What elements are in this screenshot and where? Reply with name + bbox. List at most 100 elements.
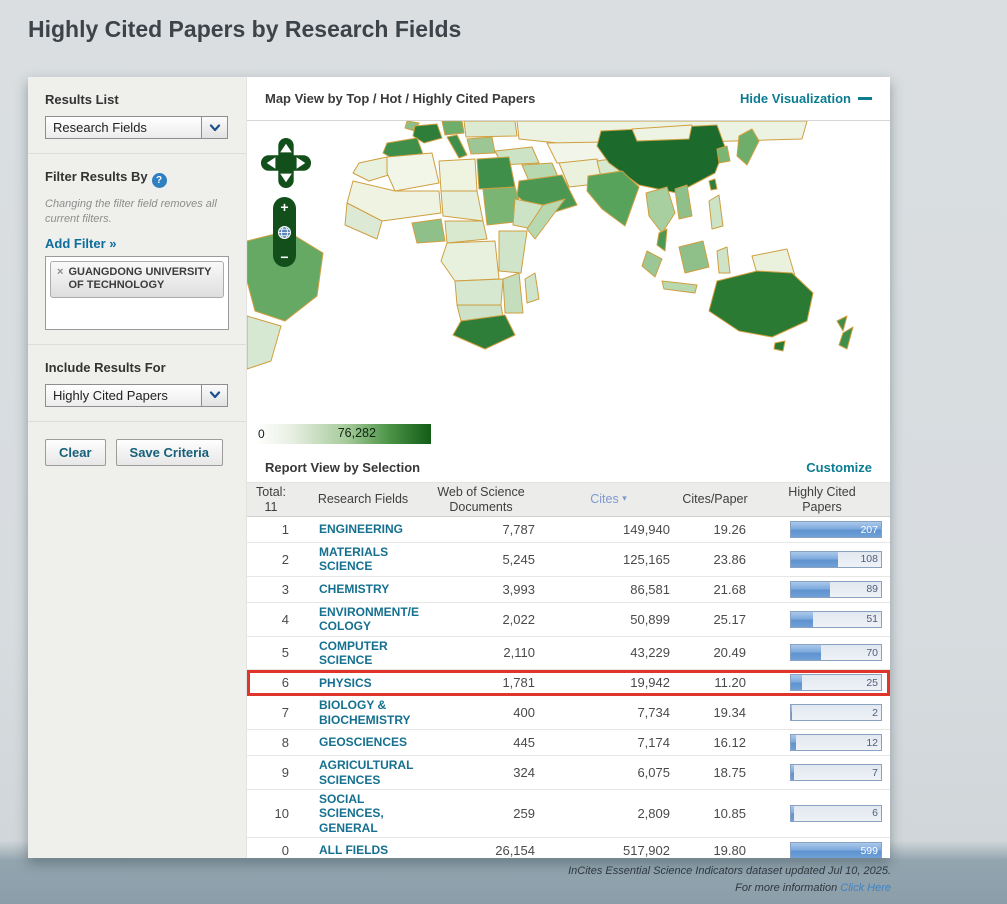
rank-cell: 5: [247, 645, 299, 660]
field-link[interactable]: BIOLOGY & BIOCHEMISTRY: [299, 698, 421, 727]
rank-cell: 4: [247, 612, 299, 627]
cites-per-paper-cell: 10.85: [676, 806, 754, 821]
table-row: 3CHEMISTRY3,99386,58121.6889: [247, 577, 890, 603]
docs-cell: 7,787: [421, 522, 541, 537]
remove-filter-icon[interactable]: ×: [57, 266, 63, 280]
clear-button[interactable]: Clear: [45, 439, 106, 466]
hcp-bar-value: 6: [872, 807, 878, 819]
map-pan-control[interactable]: [260, 137, 312, 189]
hcp-bar-fill: [791, 612, 813, 627]
cites-per-paper-cell: 19.34: [676, 705, 754, 720]
hcp-bar-cell: 89: [754, 581, 890, 598]
hcp-bar-cell: 51: [754, 611, 890, 628]
table-row: 9AGRICULTURAL SCIENCES3246,07518.757: [247, 756, 890, 790]
table-row: 4ENVIRONMENT/ECOLOGY2,02250,89925.1751: [247, 603, 890, 637]
more-info-text: For more information Click Here: [568, 880, 891, 897]
field-link[interactable]: GEOSCIENCES: [299, 735, 421, 749]
hcp-bar-value: 7: [872, 767, 878, 779]
cites-cell: 2,809: [541, 806, 676, 821]
cites-per-paper-cell: 18.75: [676, 765, 754, 780]
main-panel: Results List Research Fields Filter Resu…: [28, 77, 890, 858]
hcp-bar-cell: 70: [754, 644, 890, 661]
hcp-bar-fill: [791, 806, 794, 821]
hcp-bar-fill: [791, 582, 830, 597]
chevron-down-icon[interactable]: [201, 385, 227, 406]
cites-per-paper-cell: 19.80: [676, 843, 754, 858]
filter-label: Filter Results By?: [45, 169, 229, 188]
dataset-updated-text: InCites Essential Science Indicators dat…: [568, 863, 891, 880]
column-header-cites[interactable]: Cites ▾: [541, 492, 676, 506]
click-here-link[interactable]: Click Here: [840, 882, 891, 894]
field-link[interactable]: ENVIRONMENT/ECOLOGY: [299, 605, 421, 634]
docs-cell: 1,781: [421, 675, 541, 690]
cites-per-paper-cell: 16.12: [676, 735, 754, 750]
cites-cell: 50,899: [541, 612, 676, 627]
include-results-dropdown[interactable]: Highly Cited Papers: [45, 384, 228, 407]
hide-visualization[interactable]: Hide Visualization: [740, 90, 872, 108]
cites-cell: 517,902: [541, 843, 676, 858]
hcp-bar: 70: [790, 644, 882, 661]
customize-link[interactable]: Customize: [806, 460, 872, 475]
cites-cell: 19,942: [541, 675, 676, 690]
hcp-bar-cell: 2: [754, 704, 890, 721]
globe-icon[interactable]: [277, 225, 292, 240]
hcp-bar-fill: [791, 645, 821, 660]
cites-per-paper-cell: 23.86: [676, 552, 754, 567]
hcp-bar: 25: [790, 674, 882, 691]
docs-cell: 400: [421, 705, 541, 720]
hcp-bar: 7: [790, 764, 882, 781]
cites-per-paper-cell: 21.68: [676, 582, 754, 597]
field-link[interactable]: PHYSICS: [299, 676, 421, 690]
table-row: 0ALL FIELDS26,154517,90219.80599: [247, 838, 890, 858]
table-row: 1ENGINEERING7,787149,94019.26207: [247, 517, 890, 543]
map-zoom-control[interactable]: + −: [273, 197, 296, 267]
hcp-bar-cell: 12: [754, 734, 890, 751]
column-header-cites-per-paper[interactable]: Cites/Paper: [676, 492, 754, 506]
filter-label-text: Filter Results By: [45, 169, 148, 184]
field-link[interactable]: ALL FIELDS: [299, 843, 421, 857]
hide-visualization-link[interactable]: Hide Visualization: [740, 91, 851, 106]
zoom-out-button[interactable]: −: [280, 251, 288, 263]
filter-tag-label: GUANGDONG UNIVERSITY OF TECHNOLOGY: [68, 266, 217, 294]
hcp-bar: 108: [790, 551, 882, 568]
rank-cell: 6: [247, 675, 299, 690]
results-list-dropdown[interactable]: Research Fields: [45, 116, 228, 139]
filter-box: × GUANGDONG UNIVERSITY OF TECHNOLOGY: [45, 256, 229, 330]
hcp-bar: 6: [790, 805, 882, 822]
field-link[interactable]: MATERIALS SCIENCE: [299, 545, 421, 574]
world-map[interactable]: [247, 121, 890, 421]
map-header: Map View by Top / Hot / Highly Cited Pap…: [247, 77, 890, 121]
zoom-in-button[interactable]: +: [280, 201, 288, 213]
field-link[interactable]: COMPUTER SCIENCE: [299, 639, 421, 668]
include-results-selected: Highly Cited Papers: [46, 385, 201, 406]
field-link[interactable]: SOCIAL SCIENCES, GENERAL: [299, 792, 421, 835]
column-header-wos-documents[interactable]: Web of Science Documents: [421, 485, 541, 514]
save-criteria-button[interactable]: Save Criteria: [116, 439, 224, 466]
rank-cell: 1: [247, 522, 299, 537]
hcp-bar: 2: [790, 704, 882, 721]
help-icon[interactable]: ?: [152, 173, 167, 188]
cites-cell: 6,075: [541, 765, 676, 780]
cites-cell: 149,940: [541, 522, 676, 537]
column-header-research-fields[interactable]: Research Fields: [299, 492, 421, 506]
rank-cell: 9: [247, 765, 299, 780]
table-row: 7BIOLOGY & BIOCHEMISTRY4007,73419.342: [247, 696, 890, 730]
map-visualization[interactable]: + − 0 76,282: [247, 121, 890, 452]
rank-cell: 0: [247, 843, 299, 858]
results-list-section: Results List Research Fields: [28, 77, 246, 154]
field-link[interactable]: AGRICULTURAL SCIENCES: [299, 758, 421, 787]
add-filter-link[interactable]: Add Filter »: [45, 236, 117, 251]
hcp-bar-value: 108: [860, 553, 878, 565]
field-link[interactable]: CHEMISTRY: [299, 582, 421, 596]
cites-per-paper-cell: 11.20: [676, 675, 754, 690]
rank-cell: 2: [247, 552, 299, 567]
field-link[interactable]: ENGINEERING: [299, 522, 421, 536]
filter-tag[interactable]: × GUANGDONG UNIVERSITY OF TECHNOLOGY: [50, 261, 224, 299]
legend-min-label: 0: [258, 427, 265, 441]
chevron-down-icon[interactable]: [201, 117, 227, 138]
column-header-highly-cited-papers[interactable]: Highly Cited Papers: [754, 485, 890, 514]
more-info-prefix: For more information: [735, 882, 840, 894]
hcp-bar-fill: [791, 735, 796, 750]
table-body: 1ENGINEERING7,787149,94019.262072MATERIA…: [247, 517, 890, 858]
footer-note: InCites Essential Science Indicators dat…: [568, 863, 891, 897]
